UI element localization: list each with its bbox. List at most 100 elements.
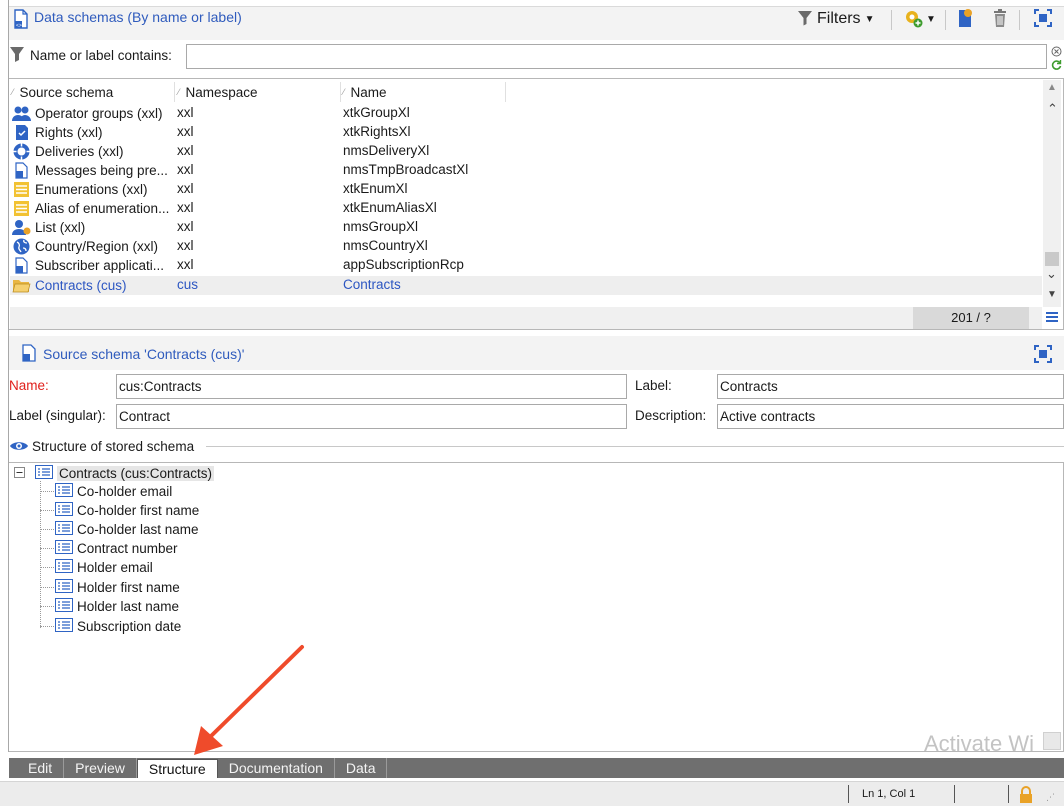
table-row[interactable]: Subscriber applicati... xxl appSubscript…: [10, 256, 1042, 275]
tree-root-node[interactable]: Contracts (cus:Contracts): [14, 464, 215, 482]
enumeration-icon: [12, 200, 31, 217]
tree-node-label: Holder email: [77, 559, 153, 575]
schema-icon: <>: [12, 9, 30, 32]
source-schema-cell: Subscriber applicati...: [35, 258, 165, 273]
tree-node[interactable]: Holder last name: [55, 597, 179, 615]
source-schema-cell: Country/Region (xxl): [35, 239, 159, 254]
maximize-button[interactable]: [1030, 8, 1056, 30]
tree-node[interactable]: Co-holder email: [55, 482, 172, 500]
tab-documentation[interactable]: Documentation: [218, 758, 335, 778]
label-singular-field-label: Label (singular):: [9, 408, 106, 423]
new-schema-button[interactable]: [952, 8, 978, 30]
status-separator: [1008, 785, 1009, 803]
name-cell: nmsTmpBroadcastXl: [343, 162, 469, 177]
tree-node-label: Co-holder email: [77, 483, 173, 499]
chevron-down-icon: ▼: [864, 13, 875, 25]
tree-node[interactable]: Holder first name: [55, 578, 180, 596]
refresh-icon[interactable]: [1051, 58, 1062, 73]
table-row[interactable]: List (xxl) xxl nmsGroupXl: [10, 218, 1042, 237]
element-list-icon: [35, 464, 53, 482]
namespace-cell: xxl: [177, 124, 194, 139]
delete-button[interactable]: [987, 8, 1013, 30]
namespace-cell: xxl: [177, 143, 194, 158]
tree-node[interactable]: Subscription date: [55, 617, 181, 635]
attribute-icon: [55, 578, 73, 596]
column-header-name[interactable]: ⁄ Name: [343, 82, 506, 102]
label-field[interactable]: [717, 374, 1064, 399]
scroll-bottom-icon[interactable]: ▼: [1047, 289, 1057, 300]
detail-title: Source schema 'Contracts (cus)': [43, 346, 245, 362]
column-header-namespace[interactable]: ⁄ Namespace: [178, 82, 341, 102]
delivery-icon: [12, 143, 31, 160]
scroll-up-icon[interactable]: ⌃: [1047, 101, 1058, 117]
tree-connector: [40, 626, 54, 627]
attribute-icon: [55, 558, 73, 576]
scrollbar-thumb[interactable]: [1045, 252, 1059, 266]
table-row[interactable]: Enumerations (xxl) xxl xtkEnumXl: [10, 180, 1042, 199]
table-row[interactable]: Deliveries (xxl) xxl nmsDeliveryXl: [10, 142, 1042, 161]
namespace-cell: cus: [177, 277, 199, 292]
tree-connector: [40, 491, 54, 492]
tree-node[interactable]: Contract number: [55, 539, 178, 557]
toolbar-separator: [945, 10, 946, 30]
funnel-icon: [797, 10, 813, 29]
column-settings-icon[interactable]: [1045, 310, 1059, 327]
tab-preview[interactable]: Preview: [64, 758, 137, 778]
source-schema-cell: Operator groups (xxl): [35, 106, 163, 121]
scroll-top-icon[interactable]: ▲: [1047, 82, 1057, 93]
table-row[interactable]: Alias of enumeration... xxl xtkEnumAlias…: [10, 199, 1042, 218]
column-header-label: Source schema: [19, 84, 114, 100]
tree-node-label: Holder first name: [77, 579, 180, 595]
maximize-icon[interactable]: [1034, 345, 1052, 366]
scroll-down-icon[interactable]: ⌄: [1046, 266, 1057, 282]
tree-resize-corner[interactable]: [1043, 732, 1061, 750]
source-schema-cell: Rights (xxl): [35, 125, 103, 140]
tab-data[interactable]: Data: [335, 758, 388, 778]
attribute-icon: [55, 597, 73, 615]
sort-icon: ⁄: [178, 87, 180, 97]
gear-add-icon: [902, 8, 924, 31]
source-schema-cell: Messages being pre...: [35, 163, 168, 178]
editor-tabs: Edit Preview Structure Documentation Dat…: [9, 758, 1064, 778]
trash-icon: [991, 8, 1009, 31]
tab-edit[interactable]: Edit: [17, 758, 65, 778]
globe-icon: [12, 238, 31, 255]
description-field[interactable]: [717, 404, 1064, 429]
actions-menu-button[interactable]: ▼: [897, 8, 941, 30]
label-singular-field[interactable]: [116, 404, 627, 429]
tab-structure[interactable]: Structure: [136, 759, 218, 778]
attribute-icon: [55, 482, 73, 500]
table-row[interactable]: Country/Region (xxl) xxl nmsCountryXl: [10, 237, 1042, 256]
name-cell: nmsDeliveryXl: [343, 143, 430, 158]
namespace-cell: xxl: [177, 105, 194, 120]
new-document-icon: [956, 8, 974, 31]
toolbar-separator: [1019, 10, 1020, 30]
activation-watermark: Activate Wi: [924, 731, 1035, 756]
tree-node-label: Co-holder last name: [77, 521, 199, 537]
annotation-arrow: [194, 645, 304, 755]
source-schema-cell: Deliveries (xxl): [35, 144, 124, 159]
tree-node[interactable]: Holder email: [55, 558, 153, 576]
table-row-selected[interactable]: Contracts (cus) cus Contracts: [10, 276, 1042, 295]
name-field[interactable]: [116, 374, 627, 399]
table-row[interactable]: Rights (xxl) xxl xtkRightsXl: [10, 123, 1042, 142]
source-schema-cell: Contracts (cus): [35, 278, 127, 293]
filters-button[interactable]: Filters ▼: [797, 8, 887, 30]
column-header-source-schema[interactable]: ⁄ Source schema: [12, 82, 175, 102]
table-row[interactable]: Messages being pre... xxl nmsTmpBroadcas…: [10, 161, 1042, 180]
name-or-label-filter-input[interactable]: [186, 44, 1047, 69]
resize-grip-icon[interactable]: ⋰: [1046, 792, 1055, 803]
tree-node[interactable]: Co-holder first name: [55, 501, 199, 519]
sort-icon: ⁄: [343, 87, 345, 97]
tree-node[interactable]: Co-holder last name: [55, 520, 199, 538]
schema-doc-icon: [12, 162, 31, 179]
namespace-cell: xxl: [177, 162, 194, 177]
tree-connector: [40, 548, 54, 549]
table-row[interactable]: Operator groups (xxl) xxl xtkGroupXl: [10, 104, 1042, 123]
collapse-icon[interactable]: [14, 466, 25, 481]
name-cell: xtkRightsXl: [343, 124, 411, 139]
namespace-cell: xxl: [177, 200, 194, 215]
sort-icon: ⁄: [12, 87, 14, 97]
svg-text:<>: <>: [16, 23, 22, 29]
list-title: Data schemas (By name or label): [34, 9, 242, 25]
